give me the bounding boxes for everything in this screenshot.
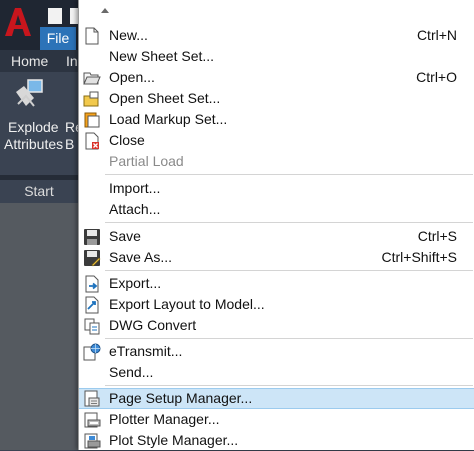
menu-item-new-sheet-set[interactable]: New Sheet Set... xyxy=(79,46,474,67)
menu-item-partial-load: Partial Load xyxy=(79,151,474,172)
start-tab[interactable]: Start xyxy=(0,180,78,203)
menu-item-send[interactable]: Send... xyxy=(79,362,474,383)
save-icon xyxy=(84,229,100,245)
file-tab[interactable]: File xyxy=(40,27,76,50)
menu-separator xyxy=(105,385,473,386)
export-icon xyxy=(85,275,99,293)
menu-item-export-layout-to-model-label: Export Layout to Model... xyxy=(109,296,265,312)
plotter-manager-icon xyxy=(84,412,101,428)
menu-item-open-label: Open... xyxy=(109,69,155,85)
menu-item-attach[interactable]: Attach... xyxy=(79,199,474,220)
menu-separator xyxy=(105,222,473,223)
menu-item-save-as[interactable]: Save As... Ctrl+Shift+S xyxy=(79,247,474,268)
close-document-icon xyxy=(85,132,99,150)
menu-item-plot-style-manager-label: Plot Style Manager... xyxy=(109,432,239,448)
menu-item-send-label: Send... xyxy=(109,364,154,380)
menu-item-etransmit-label: eTransmit... xyxy=(109,343,183,359)
menu-item-import-label: Import... xyxy=(109,180,161,196)
application-menu: New... Ctrl+N New Sheet Set... Open... C… xyxy=(78,0,474,450)
menu-separator xyxy=(105,270,473,271)
menu-item-open-sheet-set-label: Open Sheet Set... xyxy=(109,90,221,106)
explode-attributes-label-2: Attributes xyxy=(4,136,64,152)
menu-item-partial-load-label: Partial Load xyxy=(109,153,184,169)
ribbon-tab-insert[interactable]: In xyxy=(66,53,78,69)
page-setup-icon xyxy=(84,390,100,407)
export-layout-icon xyxy=(85,296,99,314)
dwg-convert-icon xyxy=(84,318,100,335)
menu-item-etransmit[interactable]: eTransmit... xyxy=(79,341,474,362)
menu-item-attach-label: Attach... xyxy=(109,201,161,217)
plot-style-icon xyxy=(84,433,101,449)
menu-item-close-label: Close xyxy=(109,132,145,148)
ribbon-button-label-2: B xyxy=(65,136,75,152)
ribbon-tab-home[interactable]: Home xyxy=(11,53,48,69)
open-sheet-set-icon xyxy=(83,91,99,107)
menu-item-dwg-convert[interactable]: DWG Convert xyxy=(79,315,474,336)
menu-item-save-label: Save xyxy=(109,228,141,244)
menu-item-new[interactable]: New... Ctrl+N xyxy=(79,25,474,46)
save-as-icon xyxy=(84,250,101,267)
open-folder-icon xyxy=(83,72,101,85)
menu-item-page-setup-manager[interactable]: Page Setup Manager... xyxy=(79,388,474,409)
menu-item-save-shortcut: Ctrl+S xyxy=(417,228,457,244)
menu-separator xyxy=(105,174,473,175)
new-document-icon xyxy=(85,27,99,45)
explode-attributes-icon[interactable] xyxy=(12,78,52,112)
menu-item-save[interactable]: Save Ctrl+S xyxy=(79,226,474,247)
explode-attributes-label-1: Explode xyxy=(8,119,59,135)
menu-separator xyxy=(105,338,473,339)
menu-item-save-as-shortcut: Ctrl+Shift+S xyxy=(381,249,457,265)
menu-item-new-shortcut: Ctrl+N xyxy=(416,27,457,43)
qat-new-icon[interactable] xyxy=(48,8,62,24)
menu-item-export-layout-to-model[interactable]: Export Layout to Model... xyxy=(79,294,474,315)
menu-item-save-as-label: Save As... xyxy=(109,249,173,265)
scroll-up-arrow-icon[interactable] xyxy=(101,8,109,13)
menu-item-dwg-convert-label: DWG Convert xyxy=(109,317,197,333)
menu-item-open-shortcut: Ctrl+O xyxy=(416,69,457,85)
menu-item-load-markup-set[interactable]: Load Markup Set... xyxy=(79,109,474,130)
menu-item-plotter-manager[interactable]: Plotter Manager... xyxy=(79,409,474,430)
menu-item-page-setup-manager-label: Page Setup Manager... xyxy=(109,390,253,406)
menu-item-new-sheet-set-label: New Sheet Set... xyxy=(109,48,215,64)
menu-item-export[interactable]: Export... xyxy=(79,273,474,294)
menu-item-import[interactable]: Import... xyxy=(79,178,474,199)
load-markup-icon xyxy=(84,112,100,128)
etransmit-icon xyxy=(83,343,101,361)
menu-item-plot-style-manager[interactable]: Plot Style Manager... xyxy=(79,430,474,451)
autocad-logo-icon[interactable] xyxy=(2,6,32,38)
menu-item-close[interactable]: Close xyxy=(79,130,474,151)
menu-item-load-markup-set-label: Load Markup Set... xyxy=(109,111,228,127)
menu-item-plotter-manager-label: Plotter Manager... xyxy=(109,411,220,427)
menu-item-export-label: Export... xyxy=(109,275,162,291)
menu-item-open[interactable]: Open... Ctrl+O xyxy=(79,67,474,88)
menu-item-open-sheet-set[interactable]: Open Sheet Set... xyxy=(79,88,474,109)
menu-item-new-label: New... xyxy=(109,27,148,43)
